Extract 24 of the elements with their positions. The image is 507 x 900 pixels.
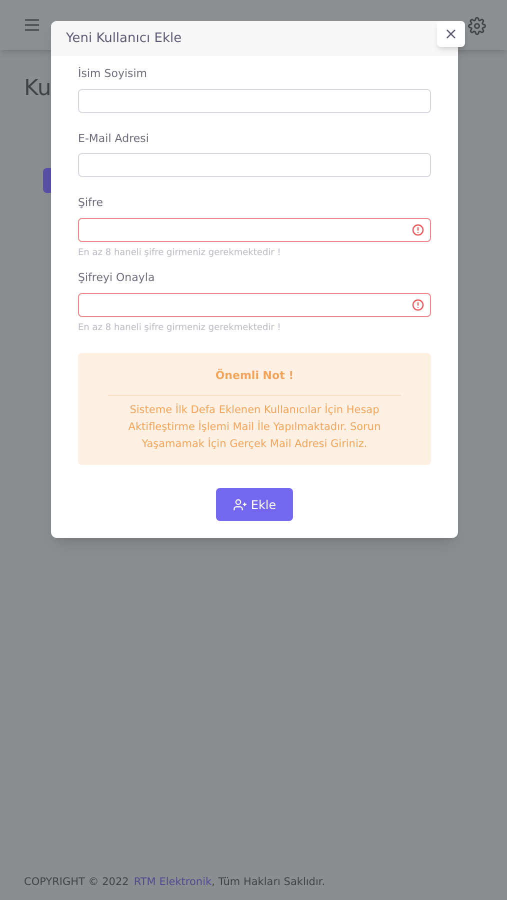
- input-field[interactable]: [78, 153, 431, 177]
- menu-icon[interactable]: [24, 18, 40, 32]
- input-field[interactable]: [78, 292, 431, 316]
- close-button[interactable]: ×: [437, 21, 465, 47]
- field-label: Şifre: [78, 195, 104, 211]
- user-plus-icon: [232, 498, 247, 512]
- settings-icon[interactable]: [468, 17, 486, 35]
- field-label: Şifreyi Onayla: [78, 270, 156, 286]
- input-field[interactable]: [78, 218, 431, 242]
- field-label: İsim Soyisim: [78, 66, 148, 82]
- modal-title: Yeni Kullanıcı Ekle: [66, 30, 182, 48]
- input-field[interactable]: [78, 88, 431, 112]
- copyright-text: COPYRIGHT © 2022: [24, 875, 129, 890]
- company-link[interactable]: RTM Elektronik: [134, 875, 212, 891]
- error-icon: [412, 298, 424, 310]
- error-icon: [412, 224, 424, 236]
- alert-title: Önemli Not !: [215, 368, 294, 384]
- alert-message: Sisteme İlk Defa Eklenen Kullanıcılar İçin Hesap Aktifleştirme İşlemi Mail İle Yapılmaktadır. Sorun Yaşamamak İçin Gerçek Mail Adresi Giriniz.: [127, 402, 382, 452]
- rights-text: , Tüm Hakları Saklıdır.: [212, 875, 326, 890]
- error-message: En az 8 haneli şifre girmeniz gerekmektedir !: [78, 322, 282, 334]
- error-message: En az 8 haneli şifre girmeniz gerekmektedir !: [78, 246, 282, 260]
- field-label: E-Mail Adresi: [78, 130, 150, 146]
- page-title: Ku: [24, 75, 52, 103]
- add-button[interactable]: Ekle: [216, 488, 293, 521]
